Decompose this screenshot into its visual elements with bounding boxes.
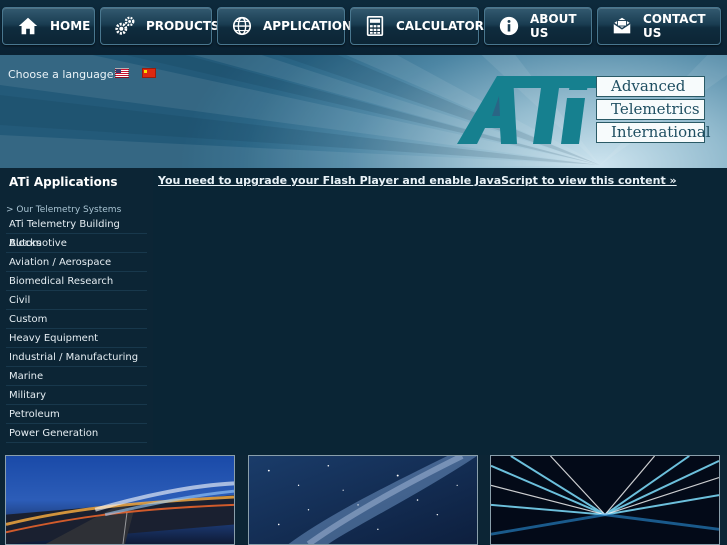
sidebar-subtitle[interactable]: > Our Telemetry Systems xyxy=(6,205,121,215)
header-banner: Choose a language: Advanced Telemetrics … xyxy=(0,55,727,168)
flash-content-area: You need to upgrade your Flash Player an… xyxy=(153,168,727,455)
ati-logo: Advanced Telemetrics International xyxy=(455,74,711,150)
nav-applications-label: APPLICATIONS xyxy=(263,19,361,33)
nav-contact-label: CONTACT US xyxy=(643,12,706,40)
menu-item-industrial[interactable]: Industrial / Manufacturing xyxy=(6,348,147,367)
globe-icon xyxy=(231,14,253,38)
menu-item-automotive[interactable]: Automotive xyxy=(6,234,147,253)
china-flag-icon[interactable] xyxy=(142,68,156,78)
envelope-icon xyxy=(611,14,633,38)
nav-calculators-label: CALCULATORS xyxy=(396,19,493,33)
nav-home-button[interactable]: HOME xyxy=(2,7,95,45)
menu-item-military[interactable]: Military xyxy=(6,386,147,405)
nav-calculators-button[interactable]: CALCULATORS xyxy=(350,7,493,45)
us-flag-icon[interactable] xyxy=(115,68,129,78)
flash-upgrade-link[interactable]: You need to upgrade your Flash Player an… xyxy=(158,174,677,187)
nav-products-label: PRODUCTS xyxy=(146,19,220,33)
menu-item-heavy-equipment[interactable]: Heavy Equipment xyxy=(6,329,147,348)
milky-way-image[interactable] xyxy=(248,455,478,545)
menu-item-civil[interactable]: Civil xyxy=(6,291,147,310)
ati-logo-mark xyxy=(457,76,605,144)
nav-applications-button[interactable]: APPLICATIONS xyxy=(217,7,361,45)
logo-line-telemetrics: Telemetrics xyxy=(596,99,705,120)
home-icon xyxy=(16,14,40,38)
menu-item-marine[interactable]: Marine xyxy=(6,367,147,386)
menu-item-power-generation[interactable]: Power Generation xyxy=(6,424,147,443)
nav-home-label: HOME xyxy=(50,19,91,33)
applications-menu: ATi Telemetry Building Blocks Automotive… xyxy=(6,215,147,443)
light-streaks-image[interactable] xyxy=(490,455,720,545)
nav-about-label: ABOUT US xyxy=(530,12,577,40)
logo-line-advanced: Advanced xyxy=(596,76,705,97)
menu-item-building-blocks[interactable]: ATi Telemetry Building Blocks xyxy=(6,215,147,249)
calculator-icon xyxy=(364,14,386,38)
top-navigation: HOME PRODUCTS APPLICATIONS CALCULATORS A… xyxy=(0,0,727,55)
menu-item-biomedical[interactable]: Biomedical Research xyxy=(6,272,147,291)
sidebar-title: ATi Applications xyxy=(9,175,118,189)
gears-icon xyxy=(114,14,136,38)
menu-item-petroleum[interactable]: Petroleum xyxy=(6,405,147,424)
nav-products-button[interactable]: PRODUCTS xyxy=(100,7,220,45)
menu-item-custom[interactable]: Custom xyxy=(6,310,147,329)
info-icon xyxy=(498,14,520,38)
highway-night-image[interactable] xyxy=(5,455,235,545)
applications-sidebar: ATi Applications > Our Telemetry Systems… xyxy=(0,168,153,455)
nav-about-button[interactable]: ABOUT US xyxy=(484,7,592,45)
logo-line-international: International xyxy=(596,122,711,143)
menu-item-aviation[interactable]: Aviation / Aerospace xyxy=(6,253,147,272)
language-label: Choose a language: xyxy=(8,68,118,81)
nav-contact-button[interactable]: CONTACT US xyxy=(597,7,721,45)
